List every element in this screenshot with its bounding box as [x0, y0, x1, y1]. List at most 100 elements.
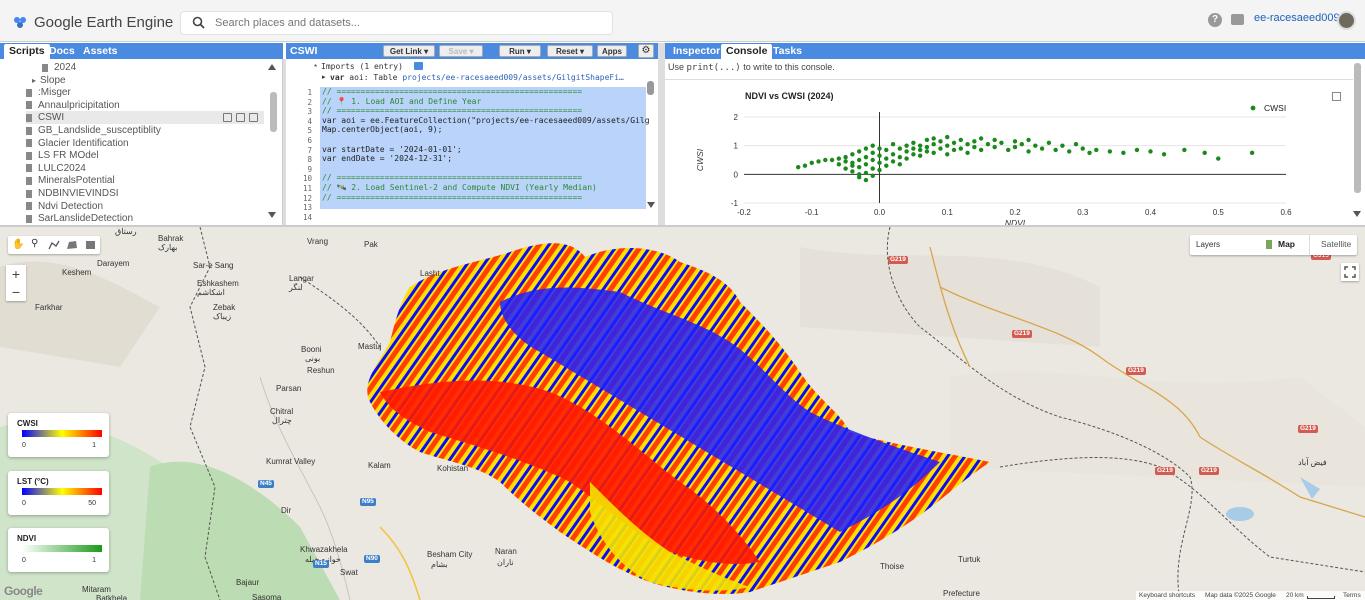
console-hint-post: to write to this console. — [740, 62, 835, 72]
script-item-label: Ndvi Detection — [38, 200, 104, 212]
script-item[interactable]: MineralsPotential — [26, 174, 276, 187]
code-line[interactable]: // =====================================… — [322, 106, 582, 116]
code-line[interactable]: // =====================================… — [322, 87, 582, 97]
scatter-point — [843, 166, 848, 171]
tab-console[interactable]: Console — [721, 44, 773, 59]
script-item[interactable]: ▸ Slope — [26, 74, 276, 87]
script-item[interactable]: :Misger — [26, 86, 276, 99]
y-tick-label: 2 — [734, 113, 739, 122]
script-item[interactable]: CSWI — [26, 111, 264, 125]
scatter-point — [890, 142, 896, 147]
script-item[interactable]: Annaulpricipitation — [26, 99, 276, 112]
scrollbar-thumb[interactable] — [270, 92, 277, 132]
tab-assets[interactable]: Assets — [78, 44, 122, 59]
save-button[interactable]: Save ▾ — [439, 45, 483, 57]
code-line[interactable]: Map.centerObject(aoi, 9); — [322, 125, 442, 135]
script-item[interactable]: GB_Landslide_susceptiblity — [26, 124, 276, 137]
map-view[interactable]: Vrang Pak Bahrak بهارک Sar-e Sang Darayem Kesh… — [0, 227, 1365, 600]
zoom-control: + − — [6, 265, 26, 301]
avatar[interactable] — [1337, 11, 1356, 30]
feedback-icon[interactable] — [1231, 14, 1244, 25]
layers-button[interactable]: Layers — [1196, 240, 1220, 249]
script-item[interactable]: Ndvi Detection — [26, 200, 276, 213]
scatter-point — [890, 152, 896, 157]
scatter-point — [985, 142, 991, 147]
legend-min-label: 0 — [22, 557, 26, 564]
scatter-point — [870, 173, 875, 178]
fullscreen-icon[interactable] — [1341, 263, 1359, 281]
console-hint-code: print(...) — [686, 63, 741, 73]
code-editor[interactable]: * Imports (1 entry) ▸ var aoi: Table pro… — [286, 59, 658, 225]
polyline-icon[interactable] — [48, 240, 60, 250]
code-line[interactable]: // 🛰️ 2. Load Sentinel-2 and Compute NDV… — [322, 183, 597, 193]
settings-gear-icon[interactable]: ⚙ — [638, 44, 654, 58]
line-number: 8 — [307, 155, 312, 165]
x-tick-label: 0.2 — [1009, 208, 1021, 217]
legend-color-bar — [22, 545, 102, 552]
popout-icon[interactable] — [1332, 92, 1341, 101]
script-item[interactable]: LULC2024 — [26, 162, 276, 175]
terms-link[interactable]: Terms — [1343, 592, 1361, 599]
file-icon — [26, 139, 32, 148]
map-type-satellite-button[interactable]: Satellite — [1321, 239, 1351, 249]
keyboard-shortcuts-link[interactable]: Keyboard shortcuts — [1139, 592, 1195, 599]
delete-icon[interactable] — [249, 113, 258, 123]
zoom-out-button[interactable]: − — [6, 283, 26, 301]
search-input[interactable] — [215, 17, 595, 29]
map-type-map-button[interactable]: Map — [1278, 239, 1295, 249]
code-line[interactable]: // =====================================… — [322, 193, 582, 203]
edit-icon[interactable] — [236, 113, 245, 123]
code-line[interactable]: var startDate = '2024-01-01'; — [322, 145, 462, 155]
line-number: 14 — [302, 212, 312, 222]
scatter-point — [829, 157, 835, 163]
scatter-point — [1060, 143, 1065, 148]
apps-button[interactable]: Apps — [597, 45, 627, 57]
y-tick-label: -1 — [731, 199, 739, 208]
scale-bar — [1307, 596, 1335, 599]
scroll-up-icon[interactable] — [268, 64, 276, 70]
script-item[interactable]: 2024 — [42, 61, 282, 74]
polygon-icon[interactable] — [66, 240, 78, 250]
legend-min-label: 0 — [22, 442, 26, 449]
panel-divider-2[interactable] — [658, 43, 665, 225]
hand-icon[interactable]: ✋ — [12, 240, 24, 250]
get-link-button[interactable]: Get Link ▾ — [383, 45, 435, 57]
user-account-button[interactable]: ee-racesaeed009 — [1254, 12, 1340, 24]
code-line[interactable]: var endDate = '2024-12-31'; — [322, 154, 452, 164]
scatter-point — [931, 150, 936, 156]
script-item[interactable]: NDBINVIEVINDSI — [26, 187, 276, 200]
scroll-down-icon[interactable] — [268, 212, 276, 218]
imports-header[interactable]: Imports (1 entry) — [321, 62, 403, 71]
marker-icon[interactable]: ⚲ — [31, 239, 39, 250]
copy-icon[interactable] — [223, 113, 232, 123]
script-item[interactable]: SarLanslideDetection — [26, 212, 276, 225]
script-item[interactable]: LS FR MOdel — [26, 149, 276, 162]
zoom-in-button[interactable]: + — [6, 265, 26, 283]
import-expand-icon[interactable]: ▸ — [322, 73, 326, 81]
run-button[interactable]: Run ▾ — [499, 45, 541, 57]
imports-show-icon[interactable] — [414, 62, 423, 70]
rectangle-icon[interactable] — [86, 241, 95, 249]
code-line[interactable]: // =====================================… — [322, 173, 582, 183]
scatter-point — [884, 163, 889, 168]
script-item[interactable]: Glacier Identification — [26, 137, 276, 150]
help-icon[interactable]: ? — [1208, 13, 1222, 27]
console-scrollbar[interactable] — [1354, 63, 1361, 193]
code-line[interactable]: // 📍 1. Load AOI and Define Year — [322, 97, 481, 107]
file-icon — [26, 164, 32, 173]
tab-docs[interactable]: Docs — [44, 44, 80, 59]
console-scroll-down-icon[interactable] — [1353, 211, 1361, 217]
import-line[interactable]: var aoi: Table projects/ee-racesaeed009/… — [330, 73, 624, 82]
search-box[interactable] — [180, 11, 613, 35]
tab-inspector[interactable]: Inspector — [668, 44, 725, 59]
editor-scroll-down-icon[interactable] — [647, 202, 655, 208]
place-label: ناران — [497, 558, 514, 567]
layers-checkbox-icon[interactable] — [1266, 240, 1272, 249]
editor-scrollbar[interactable] — [647, 81, 654, 95]
tab-scripts[interactable]: Scripts — [4, 44, 50, 59]
tab-tasks[interactable]: Tasks — [768, 44, 807, 59]
code-line[interactable]: var aoi = ee.FeatureCollection("projects… — [322, 116, 650, 126]
reset-button[interactable]: Reset ▾ — [547, 45, 593, 57]
console-panel: Use print(...) to write to this console.… — [665, 59, 1365, 225]
app-logo[interactable]: Google Earth Engine — [12, 12, 173, 32]
